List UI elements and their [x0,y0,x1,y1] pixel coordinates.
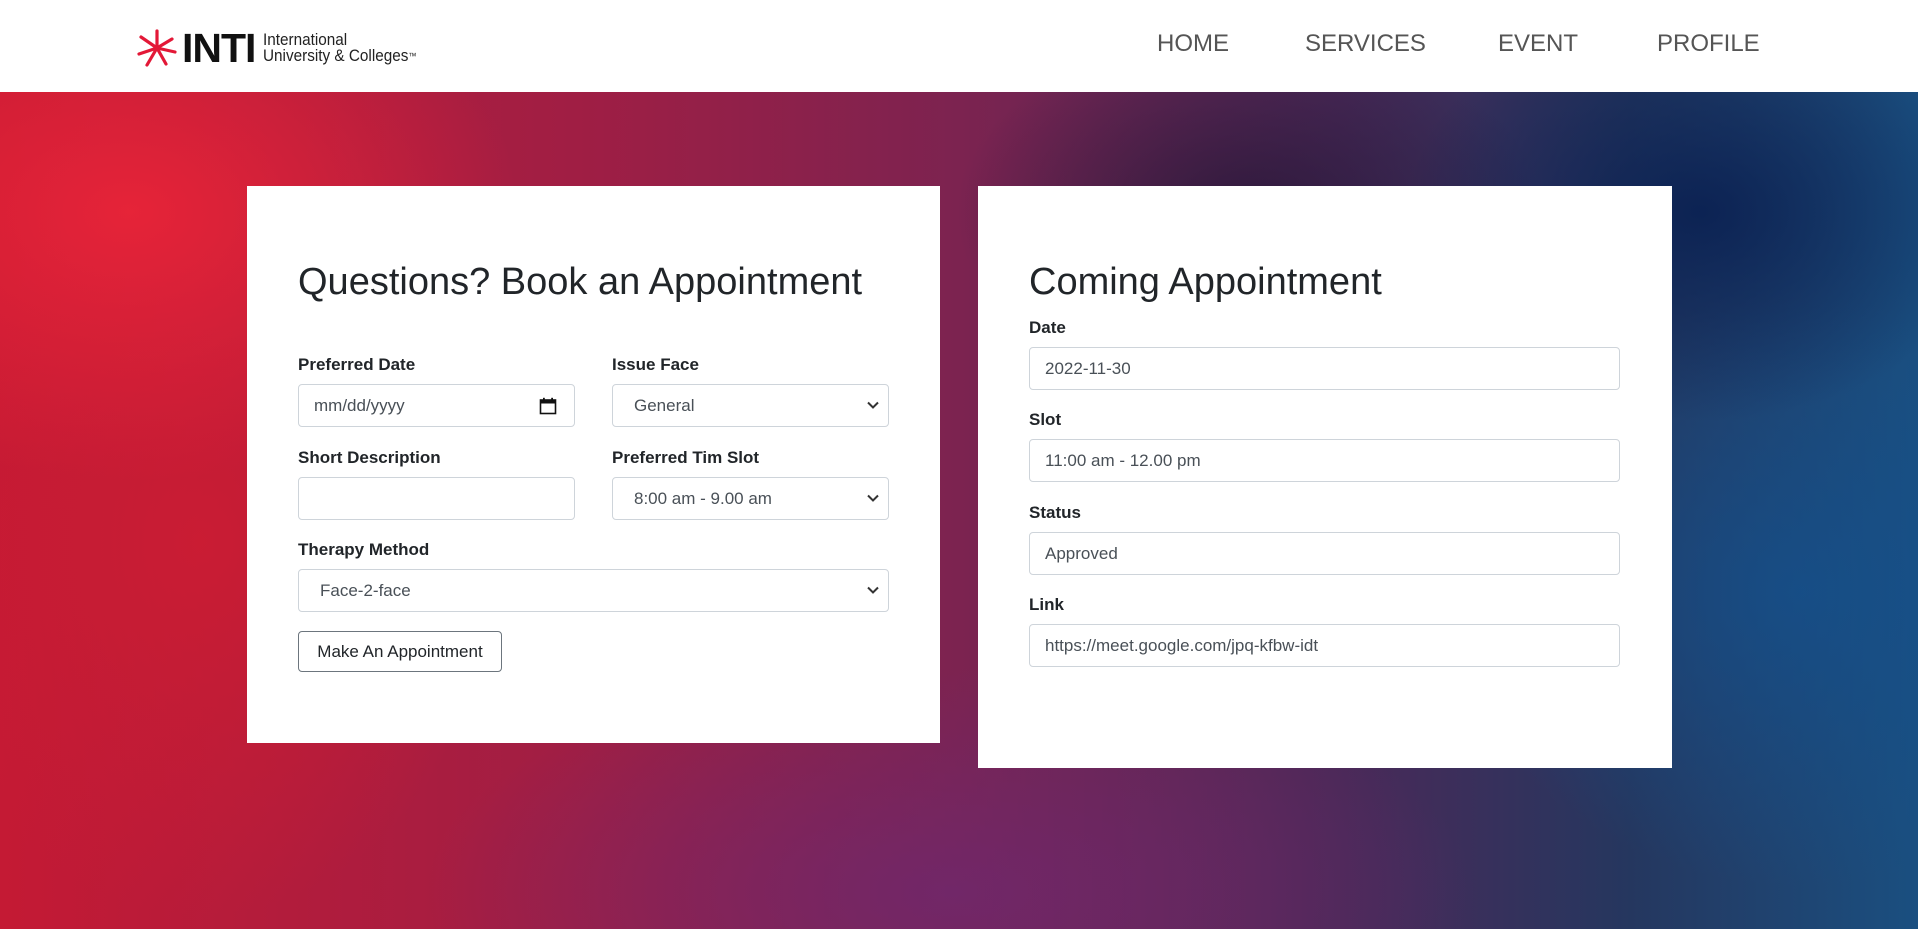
appointment-slot-value: 11:00 am - 12.00 pm [1045,450,1201,470]
preferred-date-placeholder: mm/dd/yyyy [314,395,405,415]
appointment-link-label: Link [1029,595,1064,614]
appointment-status-field[interactable]: Approved [1029,532,1620,575]
calendar-icon[interactable] [539,397,557,415]
book-appointment-title: Questions? Book an Appointment [298,261,863,303]
nav-home-link[interactable]: HOME [1157,30,1229,58]
chevron-down-icon [867,586,879,594]
make-appointment-button[interactable]: Make An Appointment [298,631,502,672]
top-navbar: INTI International University & Colleges… [0,0,1918,92]
asterisk-logo-icon [137,29,177,67]
logo-subtitle-line2: University & Colleges™ [263,46,417,65]
preferred-date-input[interactable]: mm/dd/yyyy [298,384,575,427]
issue-face-value: General [634,395,695,415]
time-slot-label: Preferred Tim Slot [612,448,760,467]
chevron-down-icon [867,494,879,502]
short-description-label: Short Description [298,448,441,467]
short-description-input[interactable] [298,477,575,520]
issue-face-label: Issue Face [612,355,699,374]
nav-event-link[interactable]: EVENT [1498,30,1578,58]
time-slot-select[interactable]: 8:00 am - 9.00 am [612,477,889,520]
appointment-date-field[interactable]: 2022-11-30 [1029,347,1620,390]
appointment-date-value: 2022-11-30 [1045,358,1131,378]
preferred-date-label: Preferred Date [298,355,416,374]
therapy-method-value: Face-2-face [320,580,411,600]
therapy-method-label: Therapy Method [298,540,430,559]
book-appointment-card: Questions? Book an Appointment Preferred… [247,186,940,743]
appointment-link-value: https://meet.google.com/jpq-kfbw-idt [1045,635,1319,655]
chevron-down-icon [867,401,879,409]
coming-appointment-card: Coming Appointment Date 2022-11-30 Slot … [978,186,1672,768]
issue-face-select[interactable]: General [612,384,889,427]
coming-appointment-title: Coming Appointment [1029,261,1382,303]
appointment-status-value: Approved [1045,543,1118,563]
appointment-link-field[interactable]: https://meet.google.com/jpq-kfbw-idt [1029,624,1620,667]
logo-subtitle: International University & Colleges™ [263,31,417,65]
appointment-date-label: Date [1029,318,1066,337]
time-slot-value: 8:00 am - 9.00 am [634,488,772,508]
appointment-slot-field[interactable]: 11:00 am - 12.00 pm [1029,439,1620,482]
appointment-slot-label: Slot [1029,410,1062,429]
inti-logo[interactable]: INTI International University & Colleges… [135,27,434,69]
nav-profile-link[interactable]: PROFILE [1657,30,1760,58]
logo-wordmark: INTI [182,24,256,71]
appointment-status-label: Status [1029,503,1081,522]
therapy-method-select[interactable]: Face-2-face [298,569,889,612]
nav-services-link[interactable]: SERVICES [1305,30,1426,58]
